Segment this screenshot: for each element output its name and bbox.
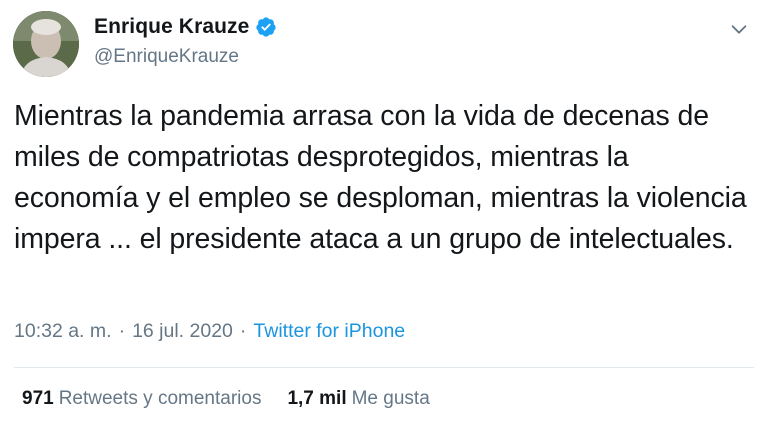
display-name[interactable]: Enrique Krauze <box>94 15 249 39</box>
likes-stat[interactable]: 1,7 mil Me gusta <box>287 388 429 410</box>
handle[interactable]: @EnriqueKrauze <box>94 46 239 68</box>
likes-label: Me gusta <box>351 388 430 409</box>
verified-badge-icon <box>255 16 277 38</box>
retweets-count: 971 <box>22 388 54 409</box>
avatar[interactable] <box>13 11 79 77</box>
tweet-time[interactable]: 10:32 a. m. <box>14 320 112 343</box>
retweets-label: Retweets y comentarios <box>58 388 262 409</box>
tweet-card: Enrique Krauze @EnriqueKrauze Mientras l… <box>0 0 768 432</box>
tweet-source-link[interactable]: Twitter for iPhone <box>253 320 405 343</box>
meta-separator: · <box>118 320 126 342</box>
user-avatar <box>13 11 79 77</box>
meta-separator: · <box>239 320 247 342</box>
tweet-text: Mientras la pandemia arrasa con la vida … <box>14 100 747 255</box>
author-name-row: Enrique Krauze <box>94 15 277 39</box>
tweet-date[interactable]: 16 jul. 2020 <box>132 320 233 343</box>
chevron-down-icon[interactable] <box>728 18 750 40</box>
likes-count: 1,7 mil <box>287 388 347 409</box>
divider <box>14 367 754 368</box>
tweet-stats: 971 Retweets y comentarios 1,7 mil Me gu… <box>22 388 430 410</box>
tweet-meta: 10:32 a. m. · 16 jul. 2020 · Twitter for… <box>14 320 405 343</box>
retweets-stat[interactable]: 971 Retweets y comentarios <box>22 388 261 410</box>
